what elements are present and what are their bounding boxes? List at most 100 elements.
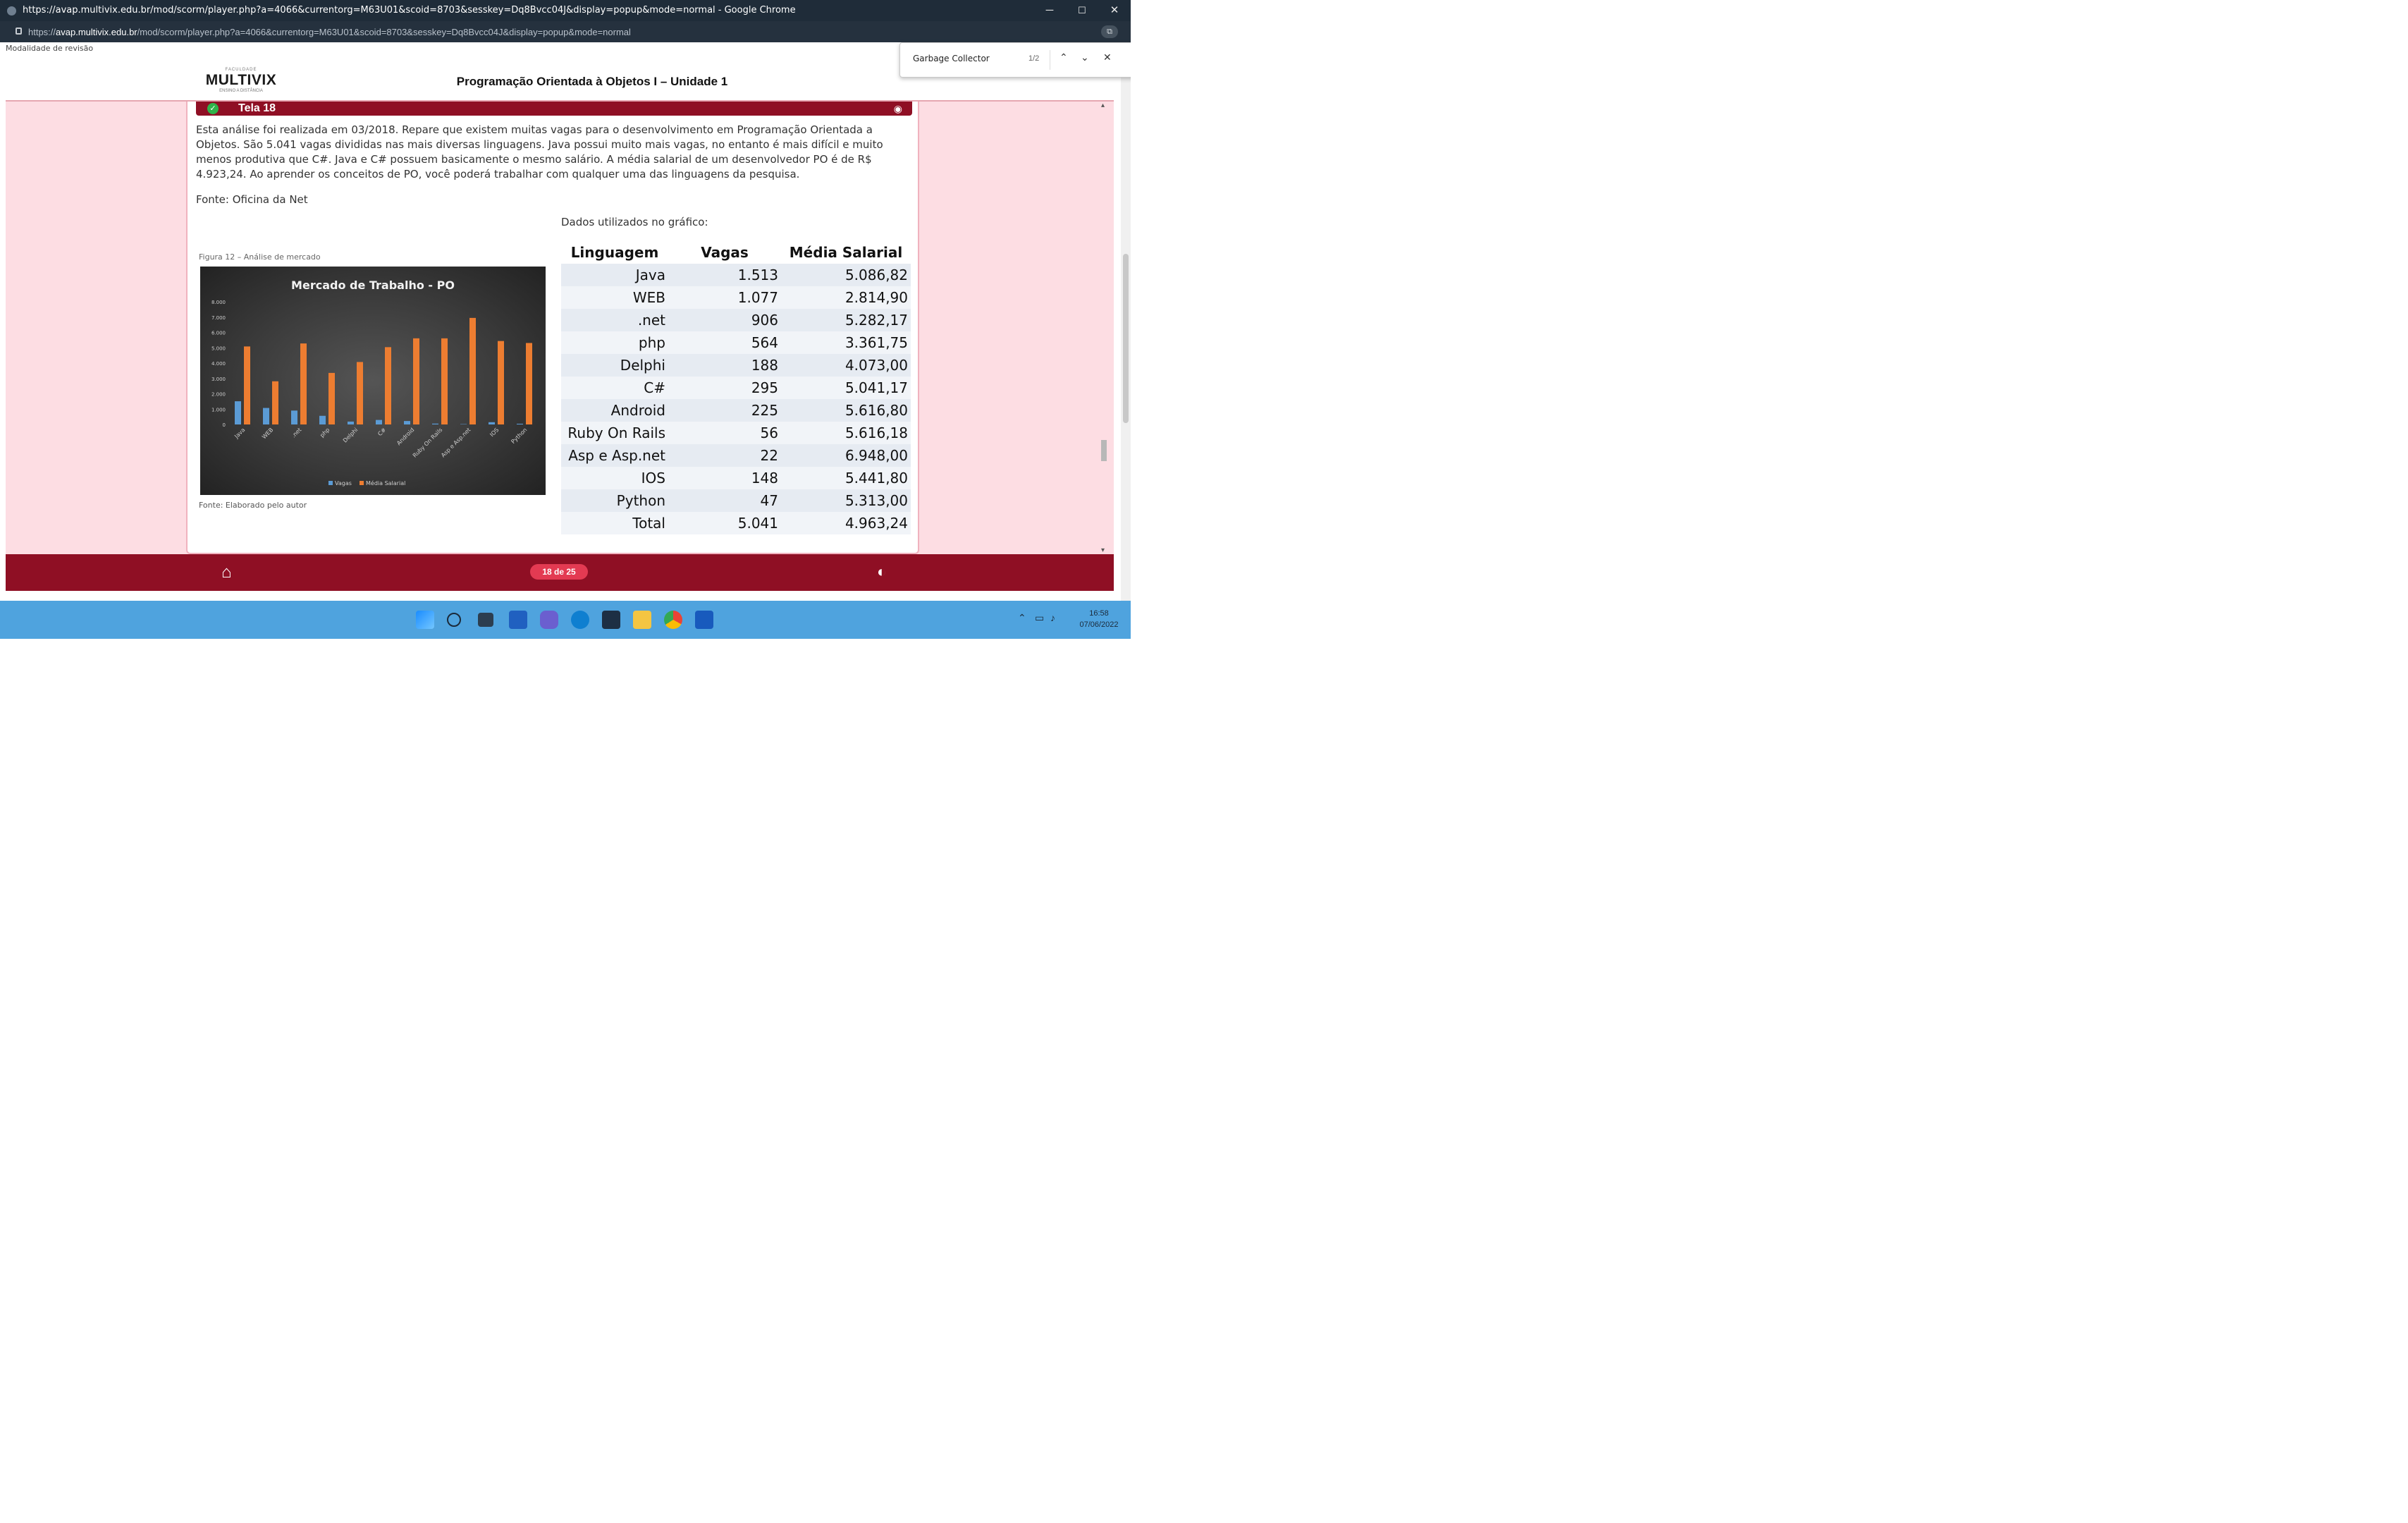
table-cell: 6.948,00 — [781, 444, 911, 467]
table-cell: 2.814,90 — [781, 286, 911, 309]
x-tick-label: WEB — [261, 427, 274, 440]
bar-vagas — [348, 421, 354, 424]
x-tick-label: .net — [290, 427, 302, 439]
x-tick-label: Python — [510, 427, 528, 445]
chart-source: Fonte: Elaborado pelo autor — [199, 501, 307, 510]
legend-label: Média Salarial — [366, 479, 405, 487]
find-input[interactable]: Garbage Collector — [913, 54, 990, 63]
y-tick-label: 0 — [223, 422, 226, 428]
chrome-icon[interactable] — [664, 611, 682, 629]
source-text: Fonte: Oficina da Net — [196, 193, 308, 206]
close-window-button[interactable]: ✕ — [1098, 0, 1131, 21]
table-cell: Ruby On Rails — [561, 422, 668, 444]
find-prev-icon[interactable]: ⌃ — [1059, 51, 1068, 63]
windows-start-icon[interactable] — [416, 611, 434, 629]
x-tick-label: Ruby On Rails — [412, 427, 444, 459]
table-cell: 3.361,75 — [781, 331, 911, 354]
share-icon[interactable]: ⧉ — [1101, 25, 1118, 38]
scroll-thumb[interactable] — [1101, 440, 1107, 461]
bar-vagas — [263, 408, 269, 424]
legend-swatch — [328, 481, 333, 485]
widgets-icon[interactable] — [509, 611, 527, 629]
table-cell: 1.513 — [668, 264, 781, 286]
content-scrollbar[interactable]: ▴ ▾ — [1100, 102, 1108, 554]
search-icon[interactable] — [447, 613, 461, 627]
bar-salario — [469, 317, 476, 424]
table-cell: 56 — [668, 422, 781, 444]
taskbar: ⌃ ▭ ♪ 16:58 07/06/2022 — [0, 601, 1131, 639]
table-cell: 5.282,17 — [781, 309, 911, 331]
table-cell: 188 — [668, 354, 781, 377]
network-icon[interactable]: ▭ — [1035, 612, 1044, 624]
clock[interactable]: 16:58 07/06/2022 — [1074, 608, 1124, 630]
table-cell: Asp e Asp.net — [561, 444, 668, 467]
window-title: https://avap.multivix.edu.br/mod/scorm/p… — [23, 5, 796, 16]
maximize-button[interactable]: ☐ — [1066, 0, 1098, 21]
word-icon[interactable] — [695, 611, 713, 629]
window-scrollbar[interactable] — [1121, 42, 1131, 601]
lock-icon[interactable] — [16, 27, 22, 35]
bar-salario — [413, 338, 419, 424]
store-icon[interactable] — [602, 611, 620, 629]
find-bar: Garbage Collector 1/2 ⌃ ⌄ ✕ — [899, 42, 1131, 78]
minimize-button[interactable]: ─ — [1033, 0, 1066, 21]
scroll-down-icon[interactable]: ▾ — [1101, 546, 1105, 554]
table-cell: php — [561, 331, 668, 354]
bar-salario — [441, 338, 448, 424]
screen-label: Tela 18 — [238, 102, 276, 114]
bar-vagas — [404, 421, 410, 424]
find-next-icon[interactable]: ⌄ — [1081, 51, 1089, 63]
y-tick-label: 5.000 — [211, 345, 226, 351]
file-explorer-icon[interactable] — [633, 611, 651, 629]
table-cell: 47 — [668, 489, 781, 512]
clock-date: 07/06/2022 — [1079, 620, 1119, 629]
address-bar[interactable]: https://avap.multivix.edu.br/mod/scorm/p… — [0, 21, 1131, 42]
analysis-paragraph: Esta análise foi realizada em 03/2018. R… — [196, 123, 883, 181]
x-tick-label: C# — [376, 427, 387, 437]
bar-salario — [385, 347, 391, 424]
table-cell: 295 — [668, 377, 781, 399]
edge-icon[interactable] — [571, 611, 589, 629]
data-caption: Dados utilizados no gráfico: — [561, 216, 708, 228]
table-cell: 5.041,17 — [781, 377, 911, 399]
task-view-icon[interactable] — [478, 613, 493, 627]
x-tick-label: Java — [233, 427, 246, 440]
table-cell: Python — [561, 489, 668, 512]
market-chart: Mercado de Trabalho - PO 0 1.000 2.000 3.00… — [200, 267, 546, 495]
y-tick-label: 7.000 — [211, 315, 226, 321]
table-row: Ruby On Rails 56 5.616,18 — [561, 422, 911, 444]
course-title: Programação Orientada à Objetos I – Unid… — [456, 75, 728, 88]
y-tick-label: 4.000 — [211, 361, 226, 367]
tray-chevron-icon[interactable]: ⌃ — [1018, 612, 1026, 624]
scroll-up-icon[interactable]: ▴ — [1101, 102, 1105, 109]
table-cell: 5.041 — [668, 512, 781, 534]
volume-icon[interactable]: ♪ — [1050, 612, 1055, 623]
bar-salario — [357, 362, 363, 424]
x-tick-label: Asp e Asp.net — [440, 427, 472, 458]
table-cell: Android — [561, 399, 668, 422]
url-text[interactable]: https://avap.multivix.edu.br/mod/scorm/p… — [28, 27, 631, 37]
table-cell: 906 — [668, 309, 781, 331]
bar-vagas — [489, 422, 495, 424]
table-cell: Java — [561, 264, 668, 286]
clock-time: 16:58 — [1089, 609, 1109, 618]
window-scroll-thumb[interactable] — [1123, 254, 1129, 423]
multivix-logo: FACULDADE MULTIVIX ENSINO A DISTÂNCIA — [205, 68, 277, 93]
find-close-icon[interactable]: ✕ — [1103, 51, 1112, 63]
table-cell: C# — [561, 377, 668, 399]
contrast-icon[interactable]: ◐ — [877, 563, 886, 581]
content-panel: ✓ Tela 18 ◉ Esta análise foi realizada e… — [186, 102, 919, 554]
table-cell: 5.616,80 — [781, 399, 911, 422]
bar-salario — [244, 346, 250, 424]
table-cell: 5.616,18 — [781, 422, 911, 444]
chart-svg: Mercado de Trabalho - PO 0 1.000 2.000 3.00… — [211, 279, 532, 487]
table-cell: 4.963,24 — [781, 512, 911, 534]
col-header-language: Linguagem — [561, 241, 668, 264]
teams-chat-icon[interactable] — [540, 611, 558, 629]
footer-bar: ⌂ 18 de 25 ◐ — [6, 554, 1114, 591]
table-cell: Delphi — [561, 354, 668, 377]
check-icon: ✓ — [207, 103, 219, 114]
home-icon[interactable]: ⌂ — [221, 563, 232, 582]
table-cell: 5.441,80 — [781, 467, 911, 489]
eye-icon[interactable]: ◉ — [894, 103, 902, 115]
